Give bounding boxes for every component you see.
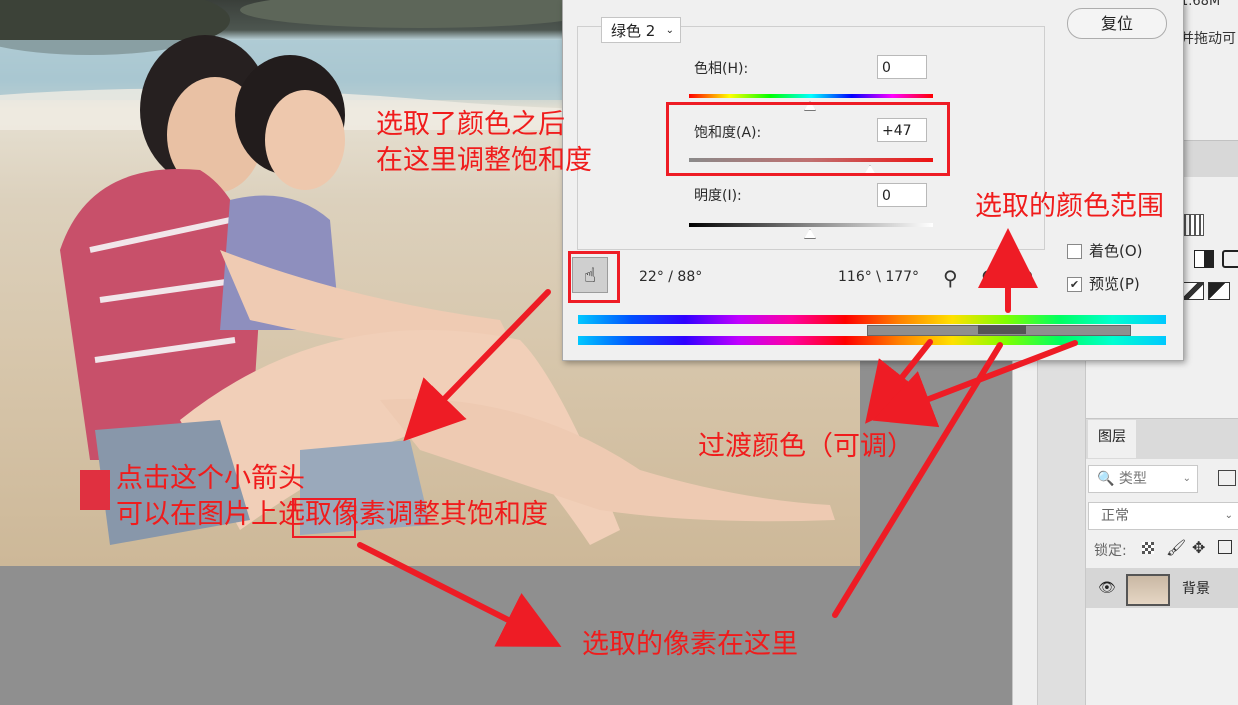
annotation-click-line1: 点击这个小箭头 — [116, 463, 305, 494]
annotation-adjust-line2: 在这里调整饱和度 — [376, 145, 592, 176]
annotation-color-range: 选取的颜色范围 — [975, 191, 1164, 222]
annotation-adjust-line1: 选取了颜色之后 — [376, 109, 565, 140]
annotation-selected-pixels: 选取的像素在这里 — [582, 629, 798, 660]
annotation-transition-colors: 过渡颜色（可调） — [698, 431, 914, 462]
annotation-click-line2: 可以在图片上选取像素调整其饱和度 — [116, 499, 548, 530]
annotation-arrows — [357, 228, 1078, 647]
